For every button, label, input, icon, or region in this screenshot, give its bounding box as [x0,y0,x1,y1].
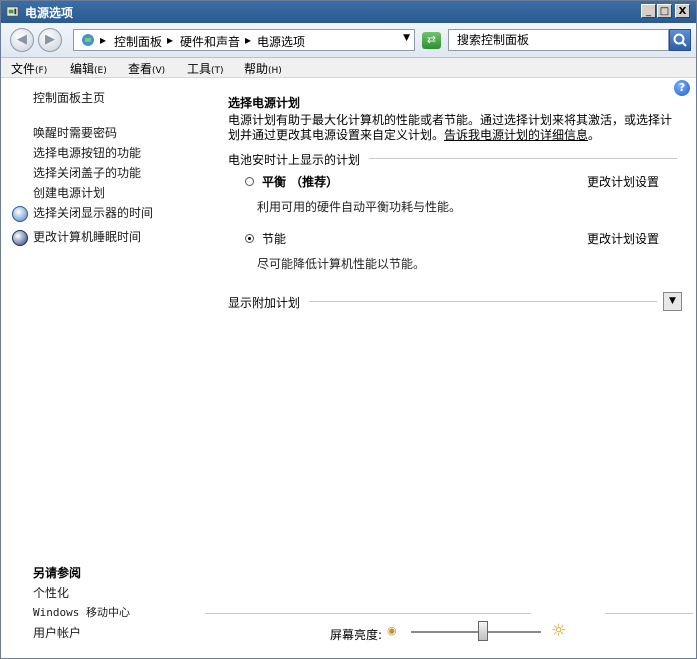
back-button[interactable]: ◀ [10,28,34,52]
help-button[interactable]: ? [674,80,690,96]
section-divider [309,301,657,302]
address-bar[interactable]: ▸ 控制面板 ▸ 硬件和声音 ▸ 电源选项 ▼ [73,29,415,51]
brightness-slider-thumb[interactable] [477,621,488,641]
menu-bar: 文件(F) 编辑(E) 查看(V) 工具(T) 帮助(H) [1,58,696,78]
sleep-moon-icon [12,230,28,246]
refresh-icon: ⇄ [426,33,437,46]
brightness-label: 屏幕亮度: [330,628,383,642]
menu-help[interactable]: 帮助(H) [244,60,282,77]
power-plan-info-link[interactable]: 告诉我电源计划的详细信息 [444,128,588,142]
breadcrumb-control-panel[interactable]: 控制面板 [114,33,162,50]
sidebar-item-power-button[interactable]: 选择电源按钮的功能 [33,144,141,161]
plan-balanced-description: 利用可用的硬件自动平衡功耗与性能。 [257,200,462,214]
see-also-personalization[interactable]: 个性化 [33,584,69,601]
expand-plans-button[interactable]: ▼ [663,292,682,311]
navigation-bar: ◀ ▶ ▸ 控制面板 ▸ 硬件和声音 ▸ 电源选项 ▼ ⇄ 搜索控制面板 [1,23,696,58]
sidebar-control-panel-home[interactable]: 控制面板主页 [33,89,105,106]
search-icon [673,33,687,47]
address-dropdown-icon[interactable]: ▼ [403,33,410,43]
sidebar-item-display-off[interactable]: 选择关闭显示器的时间 [33,204,153,221]
plan-power-saver-change-link[interactable]: 更改计划设置 [587,230,659,247]
page-title: 选择电源计划 [228,96,301,110]
close-button[interactable]: X [675,4,690,18]
refresh-button[interactable]: ⇄ [422,32,441,49]
see-also-user-accounts[interactable]: 用户帐户 [33,624,81,641]
bottom-divider [605,613,693,614]
plan-balanced-change-link[interactable]: 更改计划设置 [587,173,659,190]
back-arrow-icon: ◀ [17,32,27,47]
show-additional-plans-heading[interactable]: 显示附加计划 [228,294,300,311]
breadcrumb-power-options[interactable]: 电源选项 [257,33,305,50]
menu-tools[interactable]: 工具(T) [187,60,224,77]
power-options-window: 电源选项 _ □ X ◀ ▶ ▸ 控制面板 ▸ 硬件和声音 ▸ 电源选项 ▼ ⇄… [0,0,697,659]
minimize-button[interactable]: _ [641,4,656,18]
brightness-high-icon: ☼ [551,621,567,641]
help-icon: ? [678,81,686,94]
plan-balanced-radio[interactable] [245,177,254,186]
breadcrumb-sep-icon: ▸ [245,33,252,47]
menu-view[interactable]: 查看(V) [128,60,165,77]
plan-power-saver-label[interactable]: 节能 [262,230,286,247]
forward-button[interactable]: ▶ [38,28,62,52]
plan-balanced-label[interactable]: 平衡 （推荐） [262,173,338,190]
sidebar-item-create-plan[interactable]: 创建电源计划 [33,184,105,201]
maximize-button[interactable]: □ [657,4,672,18]
sidebar-item-close-lid[interactable]: 选择关闭盖子的功能 [33,164,141,181]
breadcrumb-sep-icon: ▸ [167,33,174,47]
section-divider [369,158,677,159]
see-also-mobility-center[interactable]: Windows 移动中心 [33,604,130,620]
title-bar[interactable]: 电源选项 _ □ X [1,1,696,23]
brightness-low-icon: ◉ [387,624,397,637]
plan-power-saver-radio[interactable] [245,234,254,243]
chevron-down-icon: ▼ [669,296,676,306]
search-button[interactable] [669,29,691,51]
bottom-divider [205,613,531,614]
window-title: 电源选项 [25,6,74,20]
control-panel-icon [82,34,94,46]
see-also-heading: 另请参阅 [33,566,82,580]
menu-file[interactable]: 文件(F) [11,60,47,77]
page-description: 电源计划有助于最大化计算机的性能或者节能。通过选择计划来将其激活，或选择计 划并… [228,113,673,142]
sidebar-item-sleep-time[interactable]: 更改计算机睡眠时间 [33,228,141,245]
power-options-icon [6,6,19,17]
battery-meter-plans-heading: 电池安时计上显示的计划 [228,153,361,167]
breadcrumb-sep-icon: ▸ [100,33,107,47]
menu-edit[interactable]: 编辑(E) [70,60,107,77]
brightness-slider-track[interactable] [411,631,541,633]
search-input[interactable]: 搜索控制面板 [448,29,669,51]
forward-arrow-icon: ▶ [45,32,55,47]
sidebar-item-wake-password[interactable]: 唤醒时需要密码 [33,124,117,141]
display-clock-icon [12,206,28,222]
breadcrumb-hardware-sound[interactable]: 硬件和声音 [180,33,240,50]
plan-power-saver-description: 尽可能降低计算机性能以节能。 [257,257,426,271]
